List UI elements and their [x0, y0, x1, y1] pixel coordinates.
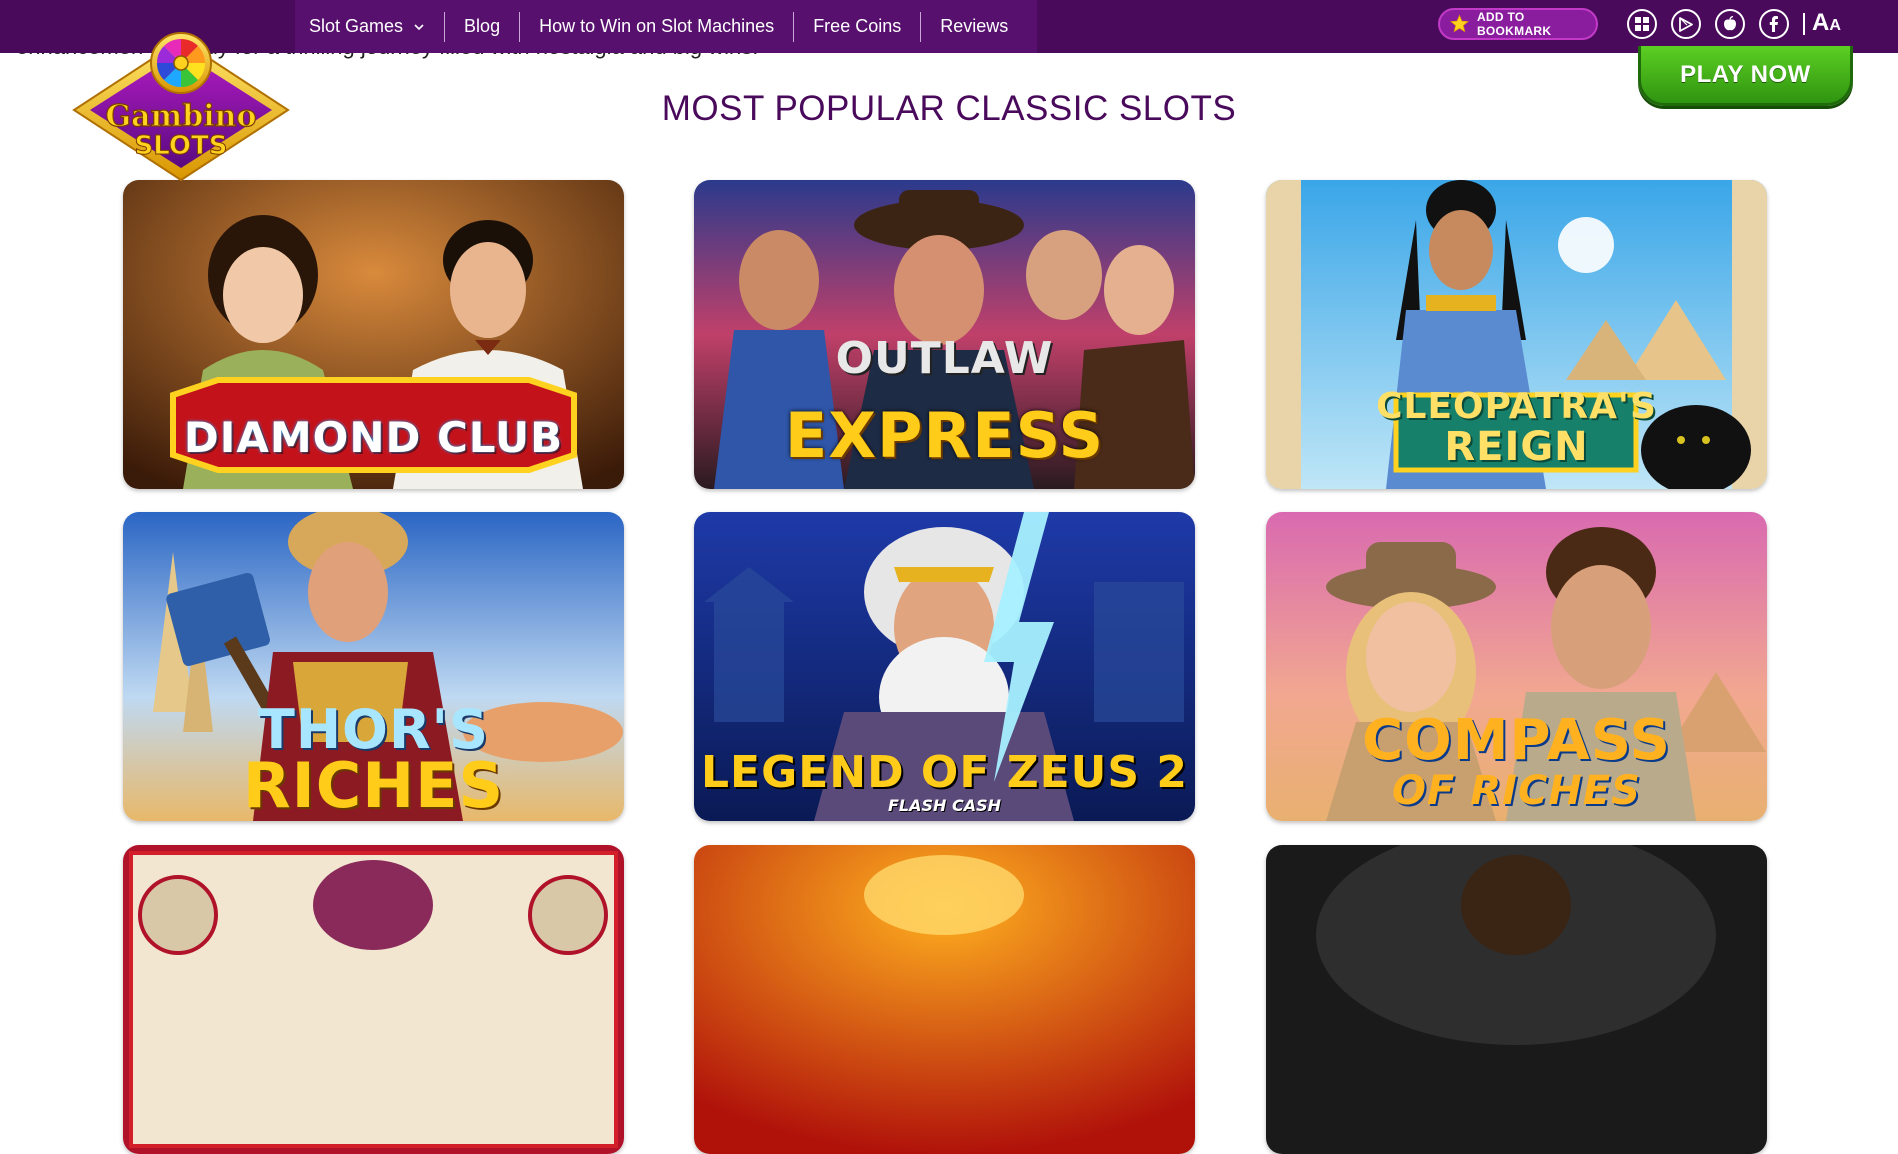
- google-play-button[interactable]: [1671, 9, 1701, 39]
- game-tile-row3-2[interactable]: [694, 845, 1195, 1154]
- game-title-riches: RICHES: [242, 749, 505, 821]
- game-tile-row3-1[interactable]: [123, 845, 624, 1154]
- game-title-express: EXPRESS: [784, 399, 1105, 472]
- game-title-reign: REIGN: [1444, 424, 1589, 470]
- game-subtitle-flash-cash: FLASH CASH: [887, 796, 1002, 815]
- game-title-cleopatras: CLEOPATRA'S: [1376, 386, 1657, 427]
- game-tile-outlaw-express[interactable]: OUTLAW EXPRESS: [694, 180, 1195, 489]
- facebook-button[interactable]: [1759, 9, 1789, 39]
- game-title-compass: COMPASS: [1362, 708, 1671, 773]
- font-size-small: A: [1829, 17, 1841, 34]
- gambino-slots-logo[interactable]: Gambino SLOTS: [70, 30, 292, 182]
- chevron-down-icon: [414, 23, 424, 30]
- play-now-label: PLAY NOW: [1680, 60, 1811, 88]
- toolbar-divider: [1803, 13, 1805, 35]
- nav-item-label: Blog: [464, 16, 501, 36]
- game-artwork: [1266, 845, 1767, 1154]
- bookmark-label: ADD TO BOOKMARK: [1476, 10, 1552, 38]
- nav-item-label: Slot Games: [309, 16, 404, 36]
- font-size-big: A: [1812, 9, 1830, 36]
- font-size-toggle[interactable]: AA: [1812, 9, 1841, 37]
- apple-icon: [1724, 16, 1736, 31]
- nav-item-reviews[interactable]: Reviews: [920, 11, 1027, 42]
- game-tile-cleopatras-reign[interactable]: CLEOPATRA'S REIGN: [1266, 180, 1767, 489]
- game-artwork: [694, 845, 1195, 1154]
- logo-text-gambino: Gambino: [106, 99, 257, 134]
- play-now-button[interactable]: PLAY NOW: [1638, 46, 1853, 106]
- game-tile-row3-3[interactable]: [1266, 845, 1767, 1154]
- main-nav: Slot Games Blog How to Win on Slot Machi…: [295, 0, 1038, 53]
- windows-button[interactable]: [1627, 9, 1657, 39]
- nav-item-free-coins[interactable]: Free Coins: [793, 11, 920, 42]
- nav-item-blog[interactable]: Blog: [444, 11, 519, 42]
- add-to-bookmark-button[interactable]: ADD TO BOOKMARK: [1438, 8, 1598, 40]
- game-tile-compass-of-riches[interactable]: COMPASS OF RICHES: [1266, 512, 1767, 821]
- star-icon: [1450, 14, 1469, 33]
- nav-item-slot-games[interactable]: Slot Games: [295, 12, 444, 42]
- game-artwork: [123, 845, 624, 1154]
- nav-item-how-to-win[interactable]: How to Win on Slot Machines: [519, 11, 793, 42]
- nav-item-label: Reviews: [940, 16, 1009, 36]
- game-tile-diamond-club[interactable]: DIAMOND CLUB: [123, 180, 624, 489]
- game-title-of-riches: OF RICHES: [1392, 768, 1641, 814]
- game-title-diamond-club: DIAMOND CLUB: [183, 413, 564, 462]
- logo-text-slots: SLOTS: [135, 131, 228, 161]
- game-title-outlaw: OUTLAW: [835, 333, 1054, 384]
- game-tile-legend-of-zeus-2[interactable]: LEGEND OF ZEUS 2 FLASH CASH: [694, 512, 1195, 821]
- apple-button[interactable]: [1715, 9, 1745, 39]
- game-tile-thors-riches[interactable]: THOR'S RICHES: [123, 512, 624, 821]
- windows-icon: [1635, 17, 1649, 31]
- facebook-icon: [1769, 16, 1778, 32]
- game-title-legend-of-zeus: LEGEND OF ZEUS 2: [700, 747, 1189, 798]
- google-play-icon: [1679, 16, 1693, 32]
- nav-item-label: Free Coins: [813, 16, 902, 36]
- nav-item-label: How to Win on Slot Machines: [539, 16, 775, 36]
